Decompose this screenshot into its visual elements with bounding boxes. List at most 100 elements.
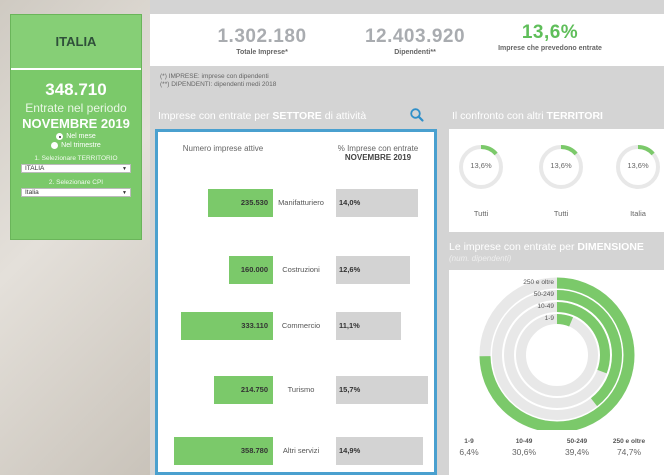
- dimension-legend-item: 250 e oltre 74,7%: [606, 438, 652, 457]
- legend-key: 50-249: [566, 438, 588, 445]
- territory-label: Italia: [630, 209, 646, 218]
- footnotes: (*) IMPRESE: imprese con dipendenti (**)…: [160, 73, 276, 89]
- pct-bar: 11,1%: [336, 312, 401, 340]
- legend-value: 74,7%: [616, 447, 642, 457]
- territory-label: Tutti: [473, 209, 489, 218]
- territory-donut[interactable]: 13,6%: [614, 143, 662, 191]
- dimension-panel: 250 e oltre 50-249 10-49 1-9 1-9 6,4% 10-49 30…: [449, 270, 664, 475]
- title-bold: TERRITORI: [546, 110, 603, 122]
- dimension-ring-chart: [479, 277, 635, 430]
- legend-key: 250 e oltre: [612, 438, 646, 445]
- footnote-imprese: (*) IMPRESE: imprese con dipendenti: [160, 73, 269, 80]
- sector-row[interactable]: 214.750 Turismo 15,7%: [158, 376, 434, 404]
- kpi-bar: 1.302.180 Totale Imprese* 12.403.920 Dip…: [150, 14, 664, 66]
- chevron-down-icon: ▼: [122, 165, 127, 172]
- kpi-total-imprese: 1.302.180 Totale Imprese*: [202, 26, 322, 56]
- col-head-count: Numero imprese attive: [182, 144, 264, 153]
- count-bar: 160.000: [229, 256, 273, 284]
- count-label: 235.530: [240, 198, 268, 207]
- kpi-label: Totale Imprese*: [236, 49, 288, 56]
- title-text: Le imprese con entrate per: [449, 241, 578, 253]
- count-bar: 214.750: [214, 376, 273, 404]
- radio-quarter[interactable]: Nel trimestre: [11, 142, 141, 149]
- count-label: 214.750: [240, 385, 268, 394]
- pct-label: 11,1%: [339, 321, 360, 330]
- sector-row[interactable]: 358.780 Altri servizi 14,9%: [158, 437, 434, 465]
- sector-row[interactable]: 333.110 Commercio 11,1%: [158, 312, 434, 340]
- radio-quarter-label: Nel trimestre: [61, 142, 101, 149]
- title-bold: SETTORE: [272, 110, 322, 122]
- kpi-dipendenti: 12.403.920 Dipendenti**: [345, 26, 485, 56]
- radio-unchecked-icon: [51, 142, 59, 149]
- title-text: Imprese con entrate per: [158, 110, 273, 122]
- pct-bar: 14,9%: [336, 437, 423, 465]
- sector-section-title: Imprese con entrate per SETTORE di attiv…: [158, 110, 366, 122]
- period-label: NOVEMBRE 2019: [22, 116, 130, 131]
- legend-key: 10-49: [515, 438, 533, 445]
- sector-row[interactable]: 235.530 Manifatturiero 14,0%: [158, 189, 434, 217]
- pct-bar: 12,6%: [336, 256, 410, 284]
- count-bar: 235.530: [208, 189, 273, 217]
- legend-key: 1-9: [464, 438, 474, 445]
- territory-select[interactable]: ITALIA ▼: [21, 164, 131, 173]
- dimension-legend-item: 10-49 30,6%: [501, 438, 547, 457]
- radio-month[interactable]: Nel mese: [11, 133, 141, 140]
- legend-value: 39,4%: [564, 447, 590, 457]
- legend-value: 6,4%: [459, 447, 479, 457]
- dimension-section-title: Le imprese con entrate per DIMENSIONE (n…: [449, 241, 644, 263]
- territory-select-value: ITALIA: [25, 165, 45, 172]
- count-label: 358.780: [240, 446, 268, 455]
- pct-label: 14,0%: [339, 198, 361, 207]
- territory-label: Tutti: [553, 209, 569, 218]
- search-icon[interactable]: [409, 107, 425, 123]
- pct-bar: 14,0%: [336, 189, 418, 217]
- cpi-select-label: 2. Selezionare CPI: [48, 179, 104, 186]
- region-title: ITALIA: [11, 15, 141, 70]
- kpi-label: Dipendenti**: [394, 49, 436, 56]
- chevron-down-icon: ▼: [122, 189, 127, 196]
- ring-label: 250 e oltre: [523, 279, 554, 286]
- territory-value: 13,6%: [550, 161, 572, 170]
- pct-label: 15,7%: [339, 385, 361, 394]
- ring-label: 1-9: [544, 315, 554, 322]
- legend-value: 30,6%: [511, 447, 537, 457]
- dimension-legend-item: 50-249 39,4%: [554, 438, 600, 457]
- sector-chart: Numero imprese attive % Imprese con entr…: [155, 129, 437, 475]
- pct-label: 12,6%: [339, 265, 361, 274]
- cpi-select[interactable]: Italia ▼: [21, 188, 131, 197]
- entries-label: Entrate nel periodo: [25, 101, 127, 115]
- kpi-value: 13,6%: [521, 22, 579, 43]
- radio-month-label: Nel mese: [66, 133, 96, 140]
- total-entries: 348.710: [45, 80, 107, 99]
- territory-value: 13,6%: [470, 161, 492, 170]
- count-label: 160.000: [240, 265, 268, 274]
- count-bar: 333.110: [181, 312, 273, 340]
- territory-donut[interactable]: 13,6%: [537, 143, 585, 191]
- title-text: Il confronto con altri: [452, 110, 547, 122]
- footnote-dipendenti: (**) DIPENDENTI: dipendenti medi 2018: [160, 81, 277, 88]
- territory-section-title: Il confronto con altri TERRITORI: [452, 110, 603, 122]
- dimension-legend-item: 1-9 6,4%: [446, 438, 492, 457]
- col-head-pct-period: NOVEMBRE 2019: [344, 153, 412, 162]
- kpi-imprese-entrate: 13,6% Imprese che prevedono entrate: [495, 22, 605, 53]
- kpi-value: 1.302.180: [217, 26, 307, 47]
- cpi-select-value: Italia: [25, 189, 39, 196]
- ring-label: 50-249: [533, 291, 554, 298]
- sector-name: Costruzioni: [282, 265, 320, 274]
- kpi-label: Imprese che prevedono entrate: [498, 45, 602, 52]
- territory-select-label: 1. Selezionare TERRITORIO: [34, 155, 118, 162]
- dimension-subtitle: (num. dipendenti): [449, 254, 512, 263]
- count-label: 333.110: [241, 321, 268, 330]
- sector-row[interactable]: 160.000 Costruzioni 12,6%: [158, 256, 434, 284]
- territory-value: 13,6%: [627, 161, 649, 170]
- sector-name: Altri servizi: [282, 446, 320, 455]
- sector-name: Turismo: [287, 385, 315, 394]
- title-bold: DIMENSIONE: [577, 241, 644, 253]
- territory-donut[interactable]: 13,6%: [457, 143, 505, 191]
- radio-checked-icon: [56, 133, 64, 140]
- pct-label: 14,9%: [339, 446, 361, 455]
- territory-panel: 13,6% Tutti 13,6% Tutti 13,6% Italia: [449, 129, 664, 232]
- sector-name: Commercio: [281, 321, 321, 330]
- kpi-value: 12.403.920: [364, 26, 466, 47]
- count-bar: 358.780: [174, 437, 273, 465]
